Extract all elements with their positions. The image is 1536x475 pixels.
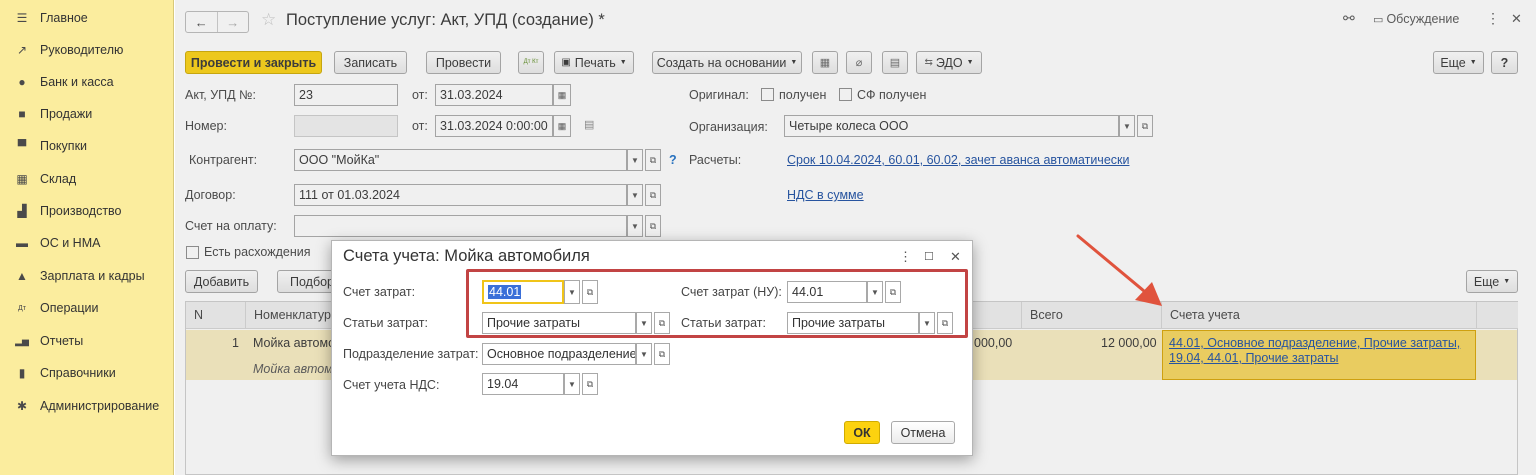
chevron-down-icon[interactable]: ▼ [919,312,935,334]
vat-account-field[interactable]: 19.04 [482,373,564,395]
sidebar-item-label: Операции [40,301,99,315]
sidebar-item-label: Справочники [40,366,116,380]
sidebar-item-purchases[interactable]: ▀ Покупки [0,130,174,162]
sidebar-item-admin[interactable]: ✱ Администрирование [0,390,174,422]
sidebar-item-assets[interactable]: ▬ ОС и НМА [0,227,174,259]
bag-icon: ■ [18,107,26,121]
sidebar-item-manager[interactable]: ↗ Руководителю [0,34,174,66]
sidebar-item-reports[interactable]: ▂▅ Отчеты [0,325,174,357]
cost-account-nu-field[interactable]: 44.01 [787,281,867,303]
close-icon[interactable]: ✕ [950,249,961,265]
document-form: ← → ☆ Поступление услуг: Акт, УПД (созда… [175,0,1536,475]
coin-icon: ● [18,75,26,89]
maximize-icon[interactable]: ☐ [924,250,934,263]
accounts-dialog: Счета учета: Мойка автомобиля ⋮ ☐ ✕ Счет… [331,240,973,456]
cost-account-value: 44.01 [488,285,522,299]
bar-chart-icon: ▂▅ [15,335,29,346]
warehouse-icon: ▦ [16,172,28,186]
chevron-down-icon[interactable]: ▼ [867,281,883,303]
cost-account-label: Счет затрат: [343,285,416,299]
sidebar-item-label: Отчеты [40,334,84,348]
cart-icon: ▀ [17,139,27,153]
truck-icon: ▬ [16,236,28,250]
sidebar-item-label: Банк и касса [40,75,114,89]
cancel-button[interactable]: Отмена [891,421,955,444]
vat-account-label: Счет учета НДС: [343,378,440,392]
sidebar-item-operations[interactable]: Дт Операции [0,292,174,324]
menu-icon: ☰ [16,11,28,25]
open-icon[interactable]: ⧉ [582,280,598,304]
sidebar-item-salary[interactable]: ▲ Зарплата и кадры [0,260,174,292]
sidebar-item-production[interactable]: ▟ Производство [0,195,174,227]
sidebar-item-label: Главное [40,11,88,25]
trend-icon: ↗ [16,43,28,57]
sidebar-item-directories[interactable]: ▮ Справочники [0,357,174,389]
sidebar-item-label: Покупки [40,139,88,153]
cost-account-nu-label: Счет затрат (НУ): [681,285,782,299]
sidebar-item-label: Склад [40,172,77,186]
factory-icon: ▟ [17,204,27,218]
department-field[interactable]: Основное подразделение [482,343,636,365]
sidebar-item-label: Производство [40,204,122,218]
department-label: Подразделение затрат: [343,347,479,361]
sidebar-item-sales[interactable]: ■ Продажи [0,98,174,130]
sidebar-item-main[interactable]: ☰ Главное [0,2,174,34]
cost-account-field[interactable]: 44.01 [482,280,564,304]
sidebar-item-label: Руководителю [40,43,124,57]
open-icon[interactable]: ⧉ [885,281,901,303]
dialog-title: Счета учета: Мойка автомобиля [343,247,590,265]
dt-kt-icon: Дт [18,304,26,312]
chevron-down-icon[interactable]: ▼ [564,373,580,395]
open-icon[interactable]: ⧉ [937,312,953,334]
sidebar-item-warehouse[interactable]: ▦ Склад [0,163,174,195]
open-icon[interactable]: ⧉ [654,343,670,365]
cost-items-label: Статьи затрат: [343,316,428,330]
sidebar: ☰ Главное ↗ Руководителю ● Банк и касса ■ Пр… [0,0,174,475]
ok-button[interactable]: ОК [844,421,880,444]
chevron-down-icon[interactable]: ▼ [564,280,580,304]
book-icon: ▮ [18,366,26,380]
chevron-down-icon[interactable]: ▼ [636,312,652,334]
sidebar-item-bank[interactable]: ● Банк и касса [0,66,174,98]
sidebar-item-label: Продажи [40,107,93,121]
more-vertical-icon[interactable]: ⋮ [899,249,912,265]
open-icon[interactable]: ⧉ [654,312,670,334]
cost-items-nu-label: Статьи затрат: [681,316,766,330]
cost-items-field[interactable]: Прочие затраты [482,312,636,334]
sidebar-item-label: Администрирование [40,399,160,413]
sidebar-item-label: ОС и НМА [40,236,101,250]
chevron-down-icon[interactable]: ▼ [636,343,652,365]
pointer-arrow-icon [1076,234,1162,306]
sidebar-item-label: Зарплата и кадры [40,269,145,283]
open-icon[interactable]: ⧉ [582,373,598,395]
cost-items-nu-field[interactable]: Прочие затраты [787,312,919,334]
person-icon: ▲ [16,269,28,283]
gear-icon: ✱ [16,399,28,413]
